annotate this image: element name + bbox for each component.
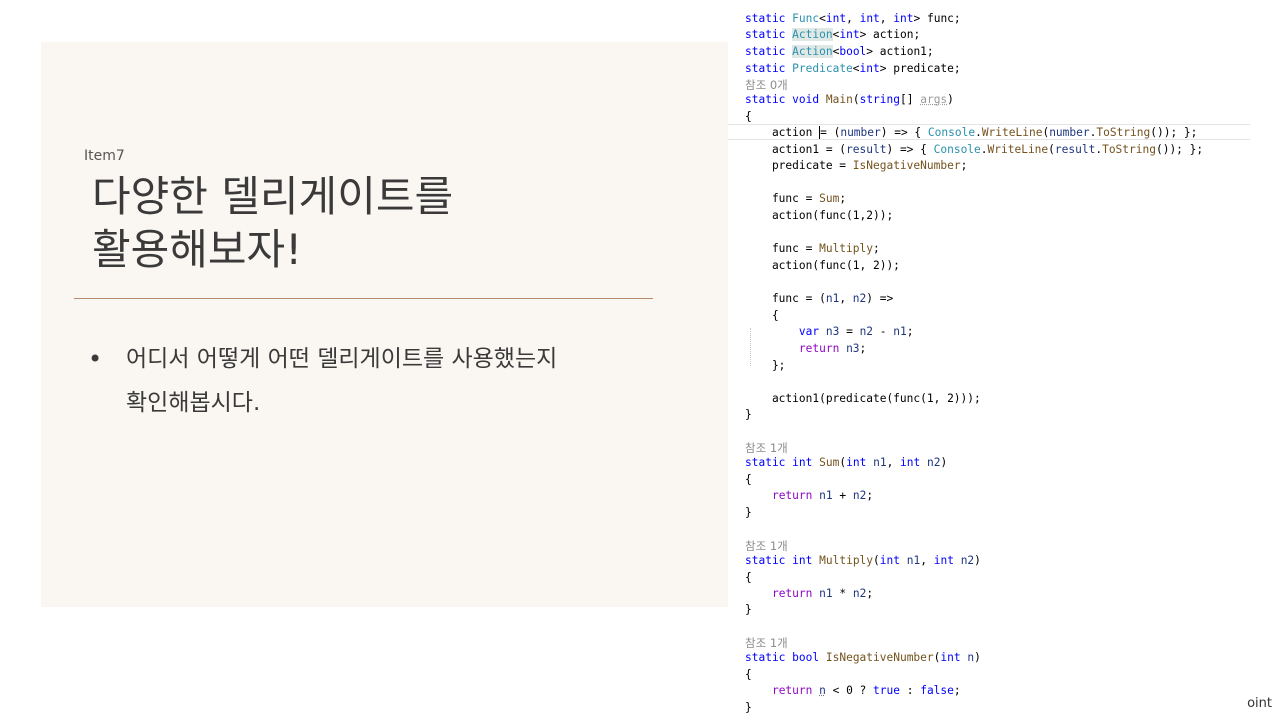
code-line-brace: { [745,473,752,486]
bullet-marker: • [88,345,103,373]
title-divider [74,298,653,299]
code-line-4: static Predicate<int> predicate; [745,62,961,75]
code-lens-references[interactable]: 참조 1개 [745,635,788,651]
code-line-action-call-2: action(func(1, 2)); [745,259,900,272]
slide-title-line-1: 다양한 델리게이트를 [92,172,454,221]
code-lens-references[interactable]: 참조 1개 [745,538,788,554]
bullet-text-line-1: 어디서 어떻게 어떤 델리게이트를 사용했는지 [126,346,558,372]
bullet-item: • 어디서 어떻게 어떤 델리게이트를 사용했는지 확인해봅시다. [88,337,688,425]
code-line-multiply-decl: static int Multiply(int n1, int n2) [745,554,981,567]
item-tag: Item7 [84,148,125,164]
bullet-text-line-2: 확인해봅시다. [126,390,261,416]
code-line-1: static Func<int, int, int> func; [745,12,961,25]
code-line-main: static void Main(string[] args) [745,93,954,106]
code-line-action-call-1: action(func(1,2)); [745,209,894,222]
code-line-action-assign: action = (number) => { Console.WriteLine… [745,126,1198,139]
bullet-text: 어디서 어떻게 어떤 델리게이트를 사용했는지 확인해봅시다. [126,337,666,425]
code-line-action1-call: action1(predicate(func(1, 2))); [745,392,981,405]
bullet-list: • 어디서 어떻게 어떤 델리게이트를 사용했는지 확인해봅시다. [88,337,688,425]
code-lens-references[interactable]: 참조 0개 [745,77,788,93]
code-line-brace: { [745,668,752,681]
code-line-predicate-assign: predicate = IsNegativeNumber; [745,159,968,172]
code-lens-references[interactable]: 참조 1개 [745,440,788,456]
code-line-var-n3: var n3 = n2 - n1; [798,325,914,338]
code-line-isnegative-decl: static bool IsNegativeNumber(int n) [745,651,981,664]
code-line-3: static Action<bool> action1; [745,45,934,58]
code-line-sum-return: return n1 + n2; [771,489,874,502]
code-line-brace: } [745,701,752,714]
slide-title: 다양한 델리게이트를 활용해보자! [92,170,692,276]
code-line-func-sum: func = Sum; [745,192,847,205]
code-line-brace: { [745,110,752,123]
code-line-main-close: } [745,408,752,421]
code-line-brace: } [745,603,752,616]
code-line-brace: { [745,571,752,584]
footer-text: oint [1247,696,1272,711]
code-line-action1-assign: action1 = (result) => { Console.WriteLin… [745,143,1204,156]
code-line-sum-decl: static int Sum(int n1, int n2) [745,456,948,469]
code-editor[interactable]: static Func<int, int, int> func; static … [728,8,1280,720]
code-line-func-lambda: func = (n1, n2) => [745,292,894,305]
slide-title-line-2: 활용해보자! [92,225,303,274]
code-line-return-n3: return n3; [798,342,867,355]
code-line-lambda-open: { [745,309,779,322]
code-line-isnegative-return: return n < 0 ? true : false; [771,684,961,697]
code-line-brace: } [745,506,752,519]
code-line-2: static Action<int> action; [745,28,921,41]
code-line-lambda-close: }; [745,359,786,372]
slide-panel [41,42,728,607]
code-line-multiply-return: return n1 * n2; [771,587,874,600]
code-line-func-multiply: func = Multiply; [745,242,880,255]
